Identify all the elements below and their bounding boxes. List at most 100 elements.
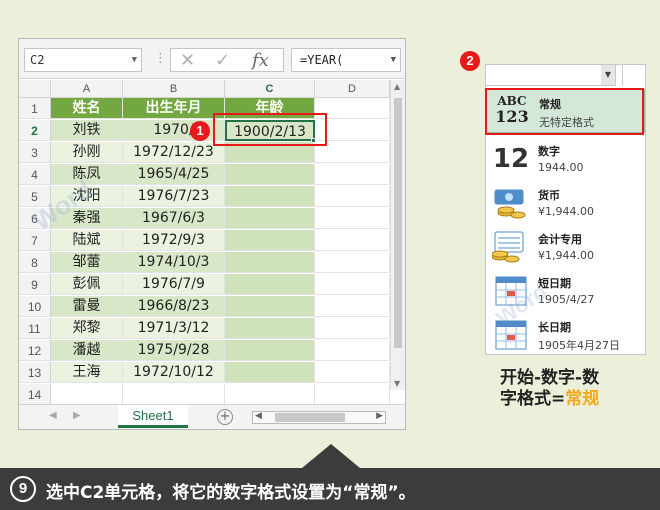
scroll-up-icon[interactable]: ▲ bbox=[394, 82, 400, 91]
row-header-8[interactable]: 8 bbox=[19, 252, 51, 273]
birth-date-cell[interactable]: 1967/6/3 bbox=[123, 208, 225, 229]
name-cell[interactable]: 郑黎 bbox=[51, 318, 123, 339]
table-cell[interactable] bbox=[315, 252, 390, 273]
name-box[interactable]: C2 ▼ bbox=[24, 48, 142, 72]
birth-date-cell[interactable]: 1974/10/3 bbox=[123, 252, 225, 273]
long-date-calendar-icon bbox=[492, 318, 530, 352]
table-cell[interactable] bbox=[225, 384, 315, 405]
cancel-icon[interactable]: ✕ bbox=[180, 50, 195, 72]
number-format-combo[interactable]: ▼ bbox=[485, 64, 616, 86]
name-cell[interactable]: 秦强 bbox=[51, 208, 123, 229]
row-header-9[interactable]: 9 bbox=[19, 274, 51, 295]
row-header-7[interactable]: 7 bbox=[19, 230, 51, 251]
step-number-badge: 9 bbox=[10, 476, 36, 502]
name-cell[interactable]: 孙刚 bbox=[51, 142, 123, 163]
table-cell[interactable] bbox=[315, 318, 390, 339]
tab-prev-icon[interactable]: ◀ bbox=[49, 410, 57, 421]
age-cell[interactable] bbox=[225, 208, 315, 229]
row-header-3[interactable]: 3 bbox=[19, 142, 51, 163]
table-cell[interactable] bbox=[315, 208, 390, 229]
column-header-b[interactable]: B bbox=[123, 80, 225, 98]
birth-date-cell[interactable]: 1976/7/23 bbox=[123, 186, 225, 207]
format-option[interactable]: 短日期 1905/4/27 bbox=[486, 269, 645, 313]
tab-next-icon[interactable]: ▶ bbox=[73, 410, 81, 421]
table-cell[interactable] bbox=[315, 164, 390, 185]
format-option[interactable]: 长日期 1905年4月27日 bbox=[486, 313, 645, 357]
scroll-right-icon[interactable]: ▶ bbox=[376, 411, 383, 421]
horizontal-scrollbar[interactable]: ◀ ▶ bbox=[252, 411, 386, 424]
column-header-a[interactable]: A bbox=[51, 80, 123, 98]
name-cell[interactable]: 陆斌 bbox=[51, 230, 123, 251]
birth-date-cell[interactable]: 1966/8/23 bbox=[123, 296, 225, 317]
table-cell[interactable] bbox=[315, 362, 390, 383]
formula-input[interactable]: =YEAR( ▼ bbox=[291, 48, 401, 72]
table-cell[interactable] bbox=[315, 296, 390, 317]
row-header-12[interactable]: 12 bbox=[19, 340, 51, 361]
chevron-down-icon[interactable]: ▼ bbox=[601, 65, 615, 85]
name-cell[interactable]: 王海 bbox=[51, 362, 123, 383]
tab-sheet1[interactable]: Sheet1 bbox=[118, 405, 188, 428]
birth-date-cell[interactable]: 1975/9/28 bbox=[123, 340, 225, 361]
format-option[interactable]: 12 数字 1944.00 bbox=[486, 137, 645, 181]
table-cell[interactable] bbox=[315, 274, 390, 295]
format-option-sample: 1905/4/27 bbox=[538, 293, 595, 306]
horizontal-scroll-thumb[interactable] bbox=[275, 413, 345, 422]
table-cell[interactable] bbox=[315, 384, 390, 405]
row-header-2[interactable]: 2 bbox=[19, 120, 51, 141]
age-cell[interactable] bbox=[225, 318, 315, 339]
vertical-scroll-thumb[interactable] bbox=[394, 98, 402, 348]
birth-date-cell[interactable]: 1972/9/3 bbox=[123, 230, 225, 251]
table-cell[interactable] bbox=[315, 230, 390, 251]
age-cell[interactable] bbox=[225, 252, 315, 273]
birth-date-cell[interactable]: 1976/7/9 bbox=[123, 274, 225, 295]
scroll-down-icon[interactable]: ▼ bbox=[394, 379, 400, 388]
age-cell[interactable] bbox=[225, 340, 315, 361]
select-all-corner[interactable] bbox=[19, 80, 51, 98]
row-header-6[interactable]: 6 bbox=[19, 208, 51, 229]
age-cell[interactable] bbox=[225, 296, 315, 317]
birth-date-cell[interactable]: 1965/4/25 bbox=[123, 164, 225, 185]
vertical-scrollbar[interactable]: ▲ ▼ bbox=[390, 80, 405, 390]
row-header-1[interactable]: 1 bbox=[19, 98, 51, 119]
expand-formula-icon[interactable]: ▼ bbox=[391, 49, 396, 71]
row-header-5[interactable]: 5 bbox=[19, 186, 51, 207]
row-header-11[interactable]: 11 bbox=[19, 318, 51, 339]
name-cell[interactable]: 刘铁 bbox=[51, 120, 123, 141]
name-cell[interactable]: 雷曼 bbox=[51, 296, 123, 317]
row-header-4[interactable]: 4 bbox=[19, 164, 51, 185]
age-cell[interactable] bbox=[225, 230, 315, 251]
birth-date-cell[interactable]: 1972/10/12 bbox=[123, 362, 225, 383]
table-cell[interactable] bbox=[123, 384, 225, 405]
table-cell[interactable] bbox=[315, 340, 390, 361]
chevron-down-icon[interactable]: ▼ bbox=[132, 49, 137, 71]
formula-text: =YEAR( bbox=[300, 53, 344, 67]
accounting-icon bbox=[491, 230, 530, 264]
scroll-left-icon[interactable]: ◀ bbox=[255, 411, 262, 421]
row-header-10[interactable]: 10 bbox=[19, 296, 51, 317]
birth-date-cell[interactable]: 1971/3/12 bbox=[123, 318, 225, 339]
age-cell[interactable] bbox=[225, 362, 315, 383]
birth-date-cell[interactable]: 1972/12/23 bbox=[123, 142, 225, 163]
name-cell[interactable]: 陈凤 bbox=[51, 164, 123, 185]
header-cell-birth[interactable]: 出生年月 bbox=[123, 98, 225, 119]
table-cell[interactable] bbox=[315, 186, 390, 207]
header-cell-name[interactable]: 姓名 bbox=[51, 98, 123, 119]
format-option[interactable]: 货币 ¥1,944.00 bbox=[486, 181, 645, 225]
insert-function-icon[interactable]: fx bbox=[252, 50, 269, 72]
table-cell[interactable] bbox=[51, 384, 123, 405]
age-cell[interactable] bbox=[225, 274, 315, 295]
name-cell[interactable]: 沈阳 bbox=[51, 186, 123, 207]
enter-check-icon[interactable]: ✓ bbox=[215, 50, 230, 72]
row-header-14[interactable]: 14 bbox=[19, 384, 51, 405]
row-header-13[interactable]: 13 bbox=[19, 362, 51, 383]
name-cell[interactable]: 潘越 bbox=[51, 340, 123, 361]
column-header-c[interactable]: C bbox=[225, 80, 315, 98]
name-cell[interactable]: 邹蕾 bbox=[51, 252, 123, 273]
add-sheet-icon[interactable]: + bbox=[217, 409, 233, 425]
age-cell[interactable] bbox=[225, 186, 315, 207]
name-cell[interactable]: 彭佩 bbox=[51, 274, 123, 295]
money-graphic bbox=[491, 231, 524, 263]
format-option[interactable]: 会计专用 ¥1,944.00 bbox=[486, 225, 645, 269]
column-header-d[interactable]: D bbox=[315, 80, 390, 98]
age-cell[interactable] bbox=[225, 164, 315, 185]
